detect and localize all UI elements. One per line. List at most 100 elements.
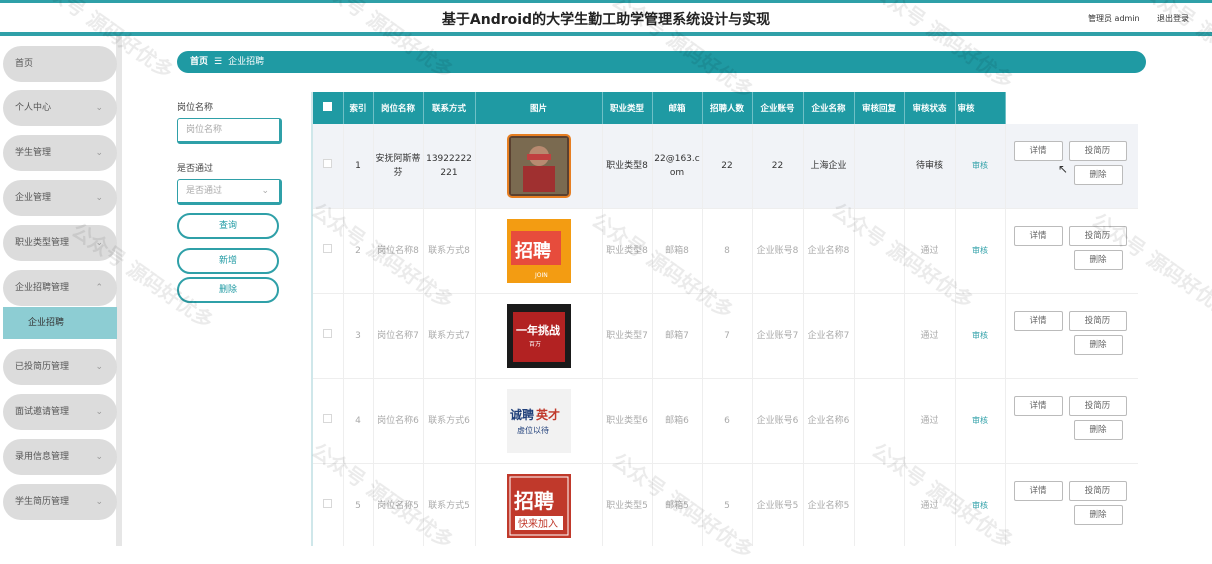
col-header: 职业类型: [602, 92, 653, 124]
svg-text:百万: 百万: [529, 341, 541, 348]
cell-audit: 审核: [955, 124, 1006, 209]
audit-link[interactable]: 审核: [972, 161, 988, 170]
submit-resume-button[interactable]: 投简历: [1068, 141, 1127, 161]
sidebar-item-label: 首页: [15, 59, 34, 69]
cell-count: 5: [702, 463, 753, 546]
sidebar-item-resume-submitted-mgmt[interactable]: 已投简历管理 ⌄: [3, 349, 117, 385]
job-poster-image: 一年挑战 百万: [506, 304, 571, 368]
delete-button[interactable]: 删除: [1073, 420, 1123, 440]
add-button[interactable]: 新增: [177, 248, 279, 274]
table-row[interactable]: 1 安抚阿斯蒂芬 13922222221 职业类型8 22@163.com 22 22 上海企…: [313, 124, 1138, 209]
audit-link[interactable]: 审核: [972, 416, 988, 425]
delete-button[interactable]: 删除: [1073, 250, 1123, 270]
svg-text:虚位以待: 虚位以待: [517, 425, 549, 435]
cell-email: 邮箱6: [652, 378, 703, 464]
cell-image: 诚聘 英才 虚位以待: [475, 378, 603, 464]
col-header: 审核状态: [904, 92, 956, 124]
sidebar-item-student-resume-mgmt[interactable]: 学生简历管理 ⌄: [3, 484, 117, 520]
job-poster-image: 招聘 JOIN: [506, 219, 571, 283]
sidebar-item-interview-mgmt[interactable]: 面试邀请管理 ⌄: [3, 394, 117, 430]
job-poster-image: 招聘 快来加入: [506, 474, 571, 538]
cell-image: 招聘 快来加入: [475, 463, 603, 546]
cell-email: 邮箱7: [652, 293, 703, 379]
audit-link[interactable]: 审核: [972, 246, 988, 255]
table-row[interactable]: 3 岗位名称7 联系方式7 一年挑战 百万 职业类型7 邮箱7 7 企业账号7 企业名称7 通过 审核…: [313, 293, 1138, 379]
audit-link[interactable]: 审核: [972, 501, 988, 510]
sidebar-item-home[interactable]: 首页: [3, 46, 117, 82]
svg-text:招聘: 招聘: [515, 240, 551, 262]
cell-count: 6: [702, 378, 753, 464]
cell-job-name: 岗位名称6: [373, 378, 424, 464]
sidebar-item-label: 职业类型管理: [15, 238, 70, 248]
sidebar-item-student-mgmt[interactable]: 学生管理 ⌄: [3, 135, 117, 171]
cell-index: 5: [343, 463, 374, 546]
delete-button[interactable]: 删除: [1073, 165, 1123, 185]
cell-image: 一年挑战 百万: [475, 293, 603, 379]
pass-status-placeholder: 是否通过: [186, 186, 223, 196]
table-row[interactable]: 5 岗位名称5 联系方式5 招聘 快来加入 职业类型5 邮箱5 5 企业账号5 企业名称5 通过 审核…: [313, 463, 1138, 546]
cell-audit-reply: [854, 463, 905, 546]
chevron-down-icon: ⌄: [95, 407, 103, 417]
sidebar-item-label: 企业管理: [15, 193, 52, 203]
audit-link[interactable]: 审核: [972, 331, 988, 340]
logout-link[interactable]: 退出登录: [1157, 13, 1189, 24]
cell-job-name: 岗位名称5: [373, 463, 424, 546]
submit-resume-button[interactable]: 投简历: [1068, 481, 1127, 501]
select-all-checkbox[interactable]: [313, 92, 344, 124]
table-header-row: 索引 岗位名称 联系方式 图片 职业类型 邮箱 招聘人数 企业账号 企业名称 审…: [313, 92, 1138, 124]
row-checkbox[interactable]: [313, 293, 344, 379]
chevron-down-icon: ⌄: [95, 148, 103, 158]
sidebar-item-hire-mgmt[interactable]: 录用信息管理 ⌄: [3, 439, 117, 475]
submit-resume-button[interactable]: 投简历: [1068, 311, 1127, 331]
cell-job-type: 职业类型8: [602, 124, 653, 209]
row-checkbox[interactable]: [313, 378, 344, 464]
sidebar-item-job-type-mgmt[interactable]: 职业类型管理 ⌄: [3, 225, 117, 261]
query-button[interactable]: 查询: [177, 213, 279, 239]
job-name-input[interactable]: 岗位名称: [177, 118, 282, 144]
batch-delete-button[interactable]: 删除: [177, 277, 279, 303]
sidebar-item-personal-center[interactable]: 个人中心 ⌄: [3, 90, 117, 126]
sidebar-item-company-mgmt[interactable]: 企业管理 ⌄: [3, 180, 117, 216]
job-poster-image: 诚聘 英才 虚位以待: [506, 389, 571, 453]
sidebar-item-label: 企业招聘管理: [15, 283, 70, 293]
row-checkbox[interactable]: [313, 463, 344, 546]
job-name-label: 岗位名称: [177, 103, 214, 113]
pass-status-select[interactable]: 是否通过 ⌄: [177, 179, 282, 205]
top-bar: 基于Android的大学生勤工助学管理系统设计与实现 管理员 admin 退出登…: [0, 0, 1212, 36]
col-header: 审核回复: [854, 92, 905, 124]
table-row[interactable]: 2 岗位名称8 联系方式8 招聘 JOIN 职业类型8 邮箱8 8 企业账号8 企业名称8 通过 审核…: [313, 208, 1138, 294]
detail-button[interactable]: 详情: [1013, 311, 1063, 331]
sidebar-item-recruit-mgmt[interactable]: 企业招聘管理 ⌃: [3, 270, 117, 306]
table-row[interactable]: 4 岗位名称6 联系方式6 诚聘 英才 虚位以待 职业类型6 邮箱6 6 企业账号6 企业名称6 通过…: [313, 378, 1138, 464]
detail-button[interactable]: 详情: [1013, 396, 1063, 416]
row-checkbox[interactable]: [313, 124, 344, 209]
submit-resume-button[interactable]: 投简历: [1068, 396, 1127, 416]
row-checkbox[interactable]: [313, 208, 344, 294]
sidebar-item-label: 录用信息管理: [15, 452, 70, 462]
delete-button[interactable]: 删除: [1073, 505, 1123, 525]
breadcrumb-home[interactable]: 首页: [190, 57, 208, 67]
sidebar-item-label: 学生简历管理: [15, 497, 70, 507]
cell-count: 7: [702, 293, 753, 379]
sidebar-subitem-recruit[interactable]: 企业招聘: [3, 307, 117, 339]
mouse-cursor-icon: ↖: [1058, 162, 1069, 176]
cell-audit-status: 通过: [904, 293, 956, 379]
detail-button[interactable]: 详情: [1013, 481, 1063, 501]
cell-account: 企业账号5: [752, 463, 804, 546]
svg-text:招聘: 招聘: [514, 489, 554, 513]
cell-audit-status: 待审核: [904, 124, 956, 209]
cell-job-name: 安抚阿斯蒂芬: [373, 124, 424, 209]
cell-count: 22: [702, 124, 753, 209]
detail-button[interactable]: 详情: [1013, 141, 1063, 161]
pass-status-label: 是否通过: [177, 164, 214, 174]
col-header: 联系方式: [423, 92, 476, 124]
cell-email: 邮箱5: [652, 463, 703, 546]
chevron-up-icon: ⌃: [95, 283, 103, 293]
detail-button[interactable]: 详情: [1013, 226, 1063, 246]
delete-button[interactable]: 删除: [1073, 335, 1123, 355]
chevron-down-icon: ⌄: [95, 103, 103, 113]
breadcrumb-current: 企业招聘: [228, 57, 265, 67]
col-header: 索引: [343, 92, 374, 124]
cell-index: 4: [343, 378, 374, 464]
submit-resume-button[interactable]: 投简历: [1068, 226, 1127, 246]
